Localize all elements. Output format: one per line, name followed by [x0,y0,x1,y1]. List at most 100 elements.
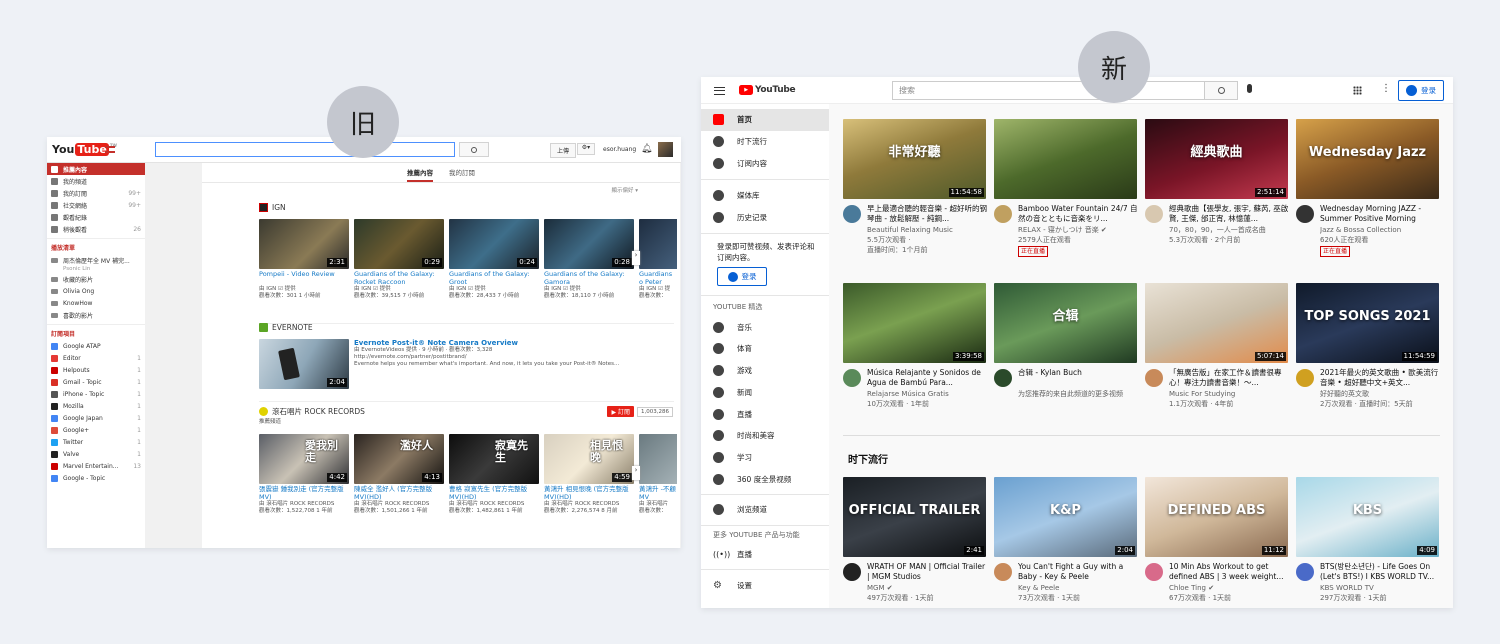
old-playlist-item[interactable]: KnowHow [47,297,145,309]
channel-name[interactable]: Relajarse Música Gratis [867,389,987,399]
channel-avatar[interactable] [994,563,1012,581]
bell-icon[interactable]: 🔔︎ [641,144,652,154]
old-video-card[interactable]: 愛我別走 4:42 張震嶽 鍾我別走 (官方完整版MV) 由 滾石唱片 ROCK RE… [259,434,349,515]
old-video-card[interactable]: 相見恨晚 4:59 黃鴻升 相見恨晚 (官方完整版MV)(HD) 由 滾石唱片 ROC… [544,434,634,515]
microphone-icon[interactable] [1247,84,1252,93]
channel-avatar[interactable] [1296,563,1314,581]
tab-recommended[interactable]: 推薦內容 [407,167,433,182]
old-sidebar-item[interactable]: 推薦內容 [47,163,145,175]
video-thumbnail[interactable]: 愛我別走 4:42 [259,434,349,484]
channel-name[interactable]: RELAX - 寝かしつけ 音楽 ✔ [1018,225,1138,235]
video-thumbnail[interactable] [639,219,677,269]
channel-avatar[interactable] [1145,369,1163,387]
video-thumbnail[interactable]: 合辑 [994,283,1137,363]
old-video-card[interactable]: 濫好人 4:13 陳威全 濫好人 (官方完整版MV)(HD) 由 滾石唱片 ROCK … [354,434,444,515]
old-subscription-item[interactable]: Google - Topic [47,472,145,484]
video-card[interactable]: Wednesday Jazz Wednesday Morning JAZZ - S… [1296,119,1439,257]
old-subscription-item[interactable]: Twitter 1 [47,436,145,448]
sidebar-item-learning[interactable]: 学习 [701,447,829,469]
video-title[interactable]: Evernote Post-it® Note Camera Overview [354,339,674,347]
sidebar-item-browse-channels[interactable]: 浏览频道 [701,499,829,521]
channel-avatar[interactable] [1145,205,1163,223]
tab-subscriptions[interactable]: 我的訂閱 [449,167,475,182]
video-card[interactable]: Bamboo Water Fountain 24/7 自然の音とともに音楽をリ.… [994,119,1138,257]
channel-avatar[interactable] [1296,369,1314,387]
video-title[interactable]: You Can't Fight a Guy with a Baby - Key … [1018,562,1138,582]
old-upload-button[interactable]: 上傳 [550,143,577,158]
old-subscription-item[interactable]: Mozilla 1 [47,400,145,412]
old-video-card[interactable]: 2:31 Pompeii - Video Review 由 IGN ☑ 提供 觀看次數… [259,219,349,300]
hamburger-menu-icon[interactable] [714,87,725,95]
video-thumbnail[interactable]: DEFINED ABS 11:12 [1145,477,1288,557]
sidebar-item-trophy[interactable]: 体育 [701,338,829,360]
channel-name[interactable]: KBS WORLD TV [1320,583,1440,593]
sidebar-item-news[interactable]: 新闻 [701,382,829,404]
channel-avatar[interactable] [843,563,861,581]
old-username[interactable]: esor.huang [603,146,636,153]
channel-name[interactable]: 为您推荐的来自此频道的更多视频 [1018,389,1138,399]
video-card[interactable]: KBS 4:09 BTS(방탄소년단) - Life Goes On (Let's … [1296,477,1439,602]
channel-name[interactable]: MGM ✔ [867,583,987,593]
old-sidebar-item[interactable]: 社交網絡 99+ [47,199,145,211]
old-video-card[interactable]: 0:29 Guardians of the Galaxy: Rocket Racc… [354,219,444,300]
old-avatar[interactable] [658,142,673,157]
video-title[interactable]: Bamboo Water Fountain 24/7 自然の音とともに音楽をリ.… [1018,204,1138,224]
video-thumbnail[interactable]: 3:39:58 [843,283,986,363]
evernote-thumbnail[interactable]: 2:04 [259,339,349,389]
video-title[interactable]: Guardians o Peter Quill [639,270,677,286]
video-card[interactable]: 經典歌曲 2:51:14 經典歌曲【張學友, 張宇, 蘇芮, 巫啟賢, 王傑, 邰正… [1145,119,1288,244]
old-search-input[interactable] [155,142,455,157]
video-title[interactable]: 合辑 - Kylan Buch [1018,368,1138,388]
old-section-title[interactable]: EVERNOTE [272,323,313,332]
old-subscription-item[interactable]: iPhone - Topic 1 [47,388,145,400]
old-playlist-item[interactable]: 周杰倫歷年全 MV 補完... [47,254,145,266]
old-guide-menu-icon[interactable] [105,146,115,153]
video-card[interactable]: TOP SONGS 2021 11:54:59 2021年最火的英文歌曲 • 歐美流… [1296,283,1439,408]
video-card[interactable]: OFFICIAL TRAILER 2:41 WRATH OF MAN | Offic… [843,477,986,602]
old-subscription-item[interactable]: Gmail - Topic 1 [47,376,145,388]
video-thumbnail[interactable]: 相見恨晚 4:59 [544,434,634,484]
channel-avatar[interactable] [843,205,861,223]
channel-name[interactable]: Key & Peele [1018,583,1138,593]
gear-icon[interactable]: ⚙▾ [577,143,595,155]
old-playlist-item[interactable]: 喜歡的影片 [47,309,145,321]
evernote-feature[interactable]: 2:04 Evernote Post-it® Note Camera Overv… [259,339,674,391]
old-playlist-item[interactable]: 收藏的影片 [47,273,145,285]
video-thumbnail[interactable]: 0:24 [449,219,539,269]
sidebar-item-360[interactable]: 360 度全景视频 [701,468,829,490]
video-card[interactable]: K&P 2:04 You Can't Fight a Guy with a Baby… [994,477,1137,602]
video-card[interactable]: 3:39:58 Música Relajante y Sonidos de Agu… [843,283,986,408]
video-card[interactable]: 合辑合辑 - Kylan Buch 为您推荐的来自此频道的更多视频 [994,283,1137,398]
video-thumbnail[interactable]: 非常好聽 11:54:58 [843,119,986,199]
old-video-card[interactable]: 寂寞先生 曹格 寂寞先生 (官方完整版MV)(HD) 由 滾石唱片 ROCK REC… [449,434,539,515]
channel-avatar[interactable] [994,369,1012,387]
sidebar-item-fire[interactable]: 时下流行 [701,131,829,153]
video-title[interactable]: 早上最適合聽的輕音樂 - 超好听的钢琴曲 - 放鬆解壓 - 純鋼... [867,204,987,224]
sidebar-item-library[interactable]: 媒体库 [701,185,829,207]
channel-avatar[interactable] [843,369,861,387]
channel-avatar[interactable] [1145,563,1163,581]
old-subscription-item[interactable]: Helpouts 1 [47,364,145,376]
channel-name[interactable]: Jazz & Bossa Collection [1320,225,1440,235]
video-title[interactable]: 黃鴻升 相見恨晚 (官方完整版MV)(HD) [544,485,634,501]
channel-avatar[interactable] [994,205,1012,223]
sidebar-item-live-broadcast[interactable]: ((•)) 直播 [701,544,829,566]
old-show-preferences[interactable]: 顯示偏好 ▾ [611,186,638,194]
old-search-button[interactable] [459,142,489,157]
sidebar-item-settings[interactable]: ⚙ 设置 [701,574,829,596]
video-thumbnail[interactable]: 5:07:14 [1145,283,1288,363]
next-arrow-icon[interactable]: › [632,466,640,480]
sidebar-signin-button[interactable]: 登录 [717,267,767,287]
apps-grid-icon[interactable] [1353,86,1362,95]
sidebar-item-subscriptions[interactable]: 订阅内容 [701,152,829,174]
next-arrow-icon[interactable]: › [632,251,640,265]
video-title[interactable]: Pompeii - Video Review [259,270,349,286]
old-subscription-item[interactable]: Valve 1 [47,448,145,460]
old-section-title[interactable]: IGN [272,203,286,212]
video-thumbnail[interactable]: 0:28 [544,219,634,269]
video-thumbnail[interactable] [994,119,1137,199]
video-title[interactable]: 經典歌曲【張學友, 張宇, 蘇芮, 巫啟賢, 王傑, 邰正宵, 林憶蓮... [1169,204,1289,224]
old-playlist-item[interactable]: Olivia Ong [47,285,145,297]
video-card[interactable]: DEFINED ABS 11:12 10 Min Abs Workout to ge… [1145,477,1288,602]
video-title[interactable]: 陳威全 濫好人 (官方完整版MV)(HD) [354,485,444,501]
